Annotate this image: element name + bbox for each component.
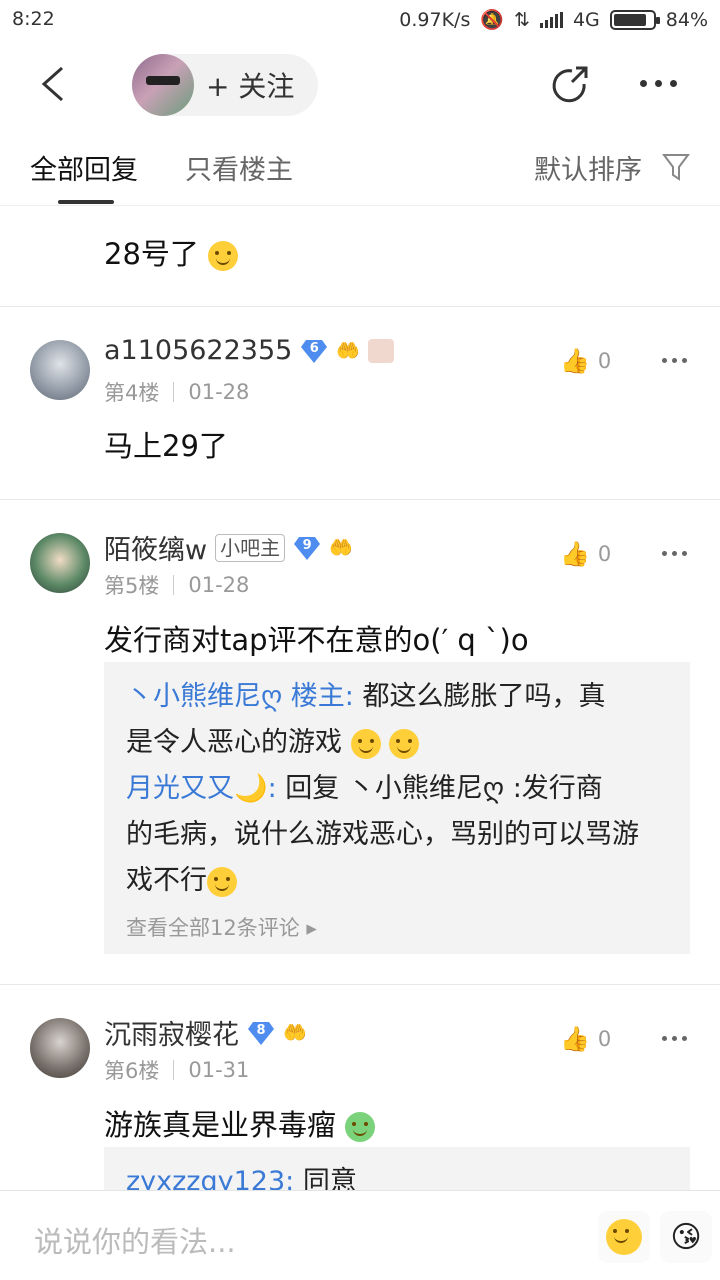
user-name[interactable]: 沉雨寂樱花 bbox=[104, 1013, 239, 1052]
post-meta: 第5楼 01-28 bbox=[104, 573, 250, 598]
signal-icon bbox=[539, 11, 563, 28]
post-text: 28号了 bbox=[104, 231, 239, 273]
like-button[interactable]: 👍 0 bbox=[560, 347, 611, 375]
level-gem-icon: 9 bbox=[293, 535, 321, 561]
comment-input[interactable]: 说说你的看法... bbox=[34, 1219, 236, 1261]
thumbs-up-icon[interactable]: 👍 bbox=[560, 540, 590, 568]
sort-selector[interactable]: 默认排序 bbox=[534, 148, 642, 187]
reply-feed: 28号了 a1105622355 6 🤲 第4楼 01-28 👍 0 马上29了 陌… bbox=[0, 207, 720, 1190]
top-bar: + 关注 bbox=[0, 40, 720, 130]
thumbs-up-icon[interactable]: 👍 bbox=[560, 347, 590, 375]
avatar[interactable] bbox=[30, 533, 90, 593]
moderator-badge: 小吧主 bbox=[215, 533, 286, 562]
post-text: 游族真是业界毒瘤 bbox=[104, 1102, 376, 1144]
smile-emoji-icon bbox=[389, 728, 420, 759]
post-more-icon[interactable] bbox=[662, 1036, 687, 1041]
sticker-icon[interactable] bbox=[598, 1211, 650, 1263]
thumbs-up-icon[interactable]: 👍 bbox=[560, 1025, 590, 1053]
hand-badge-icon: 🤲 bbox=[329, 537, 353, 559]
battery-icon bbox=[609, 9, 660, 30]
post-meta: 第6楼 01-31 bbox=[104, 1058, 250, 1083]
sub-replies-box[interactable]: 丶小熊维尼ღ 楼主: 都这么膨胀了吗，真 是令人恶心的游戏 月光又又🌙: 回复 … bbox=[104, 662, 690, 954]
active-tab-indicator bbox=[58, 200, 114, 204]
mute-icon: 🔕 bbox=[480, 9, 505, 31]
game-badge-icon bbox=[368, 338, 394, 363]
post-text: 马上29了 bbox=[104, 429, 228, 463]
user-name-row: 沉雨寂樱花 8 🤲 bbox=[104, 1013, 307, 1052]
sub-reply-cont: 戏不行 bbox=[126, 858, 668, 904]
smile-emoji-icon bbox=[208, 241, 239, 271]
divider bbox=[0, 306, 720, 307]
smile-emoji-icon bbox=[207, 866, 237, 897]
divider bbox=[0, 984, 720, 985]
view-all-comments-link[interactable]: 查看全部12条评论 ▸ bbox=[126, 912, 668, 942]
avatar[interactable] bbox=[30, 1018, 90, 1078]
filter-icon[interactable] bbox=[662, 152, 690, 182]
post-text: 发行商对tap评不在意的o(′ q `)o bbox=[104, 623, 529, 657]
user-name-row: 陌筱缡w 小吧主 9 🤲 bbox=[104, 528, 353, 567]
sub-reply[interactable]: zyxzzqy123: 同意 bbox=[126, 1159, 668, 1190]
follow-button[interactable]: + 关注 bbox=[206, 65, 294, 105]
divider bbox=[0, 499, 720, 500]
comment-bar: 说说你的看法... 😘 bbox=[0, 1190, 720, 1280]
sub-reply[interactable]: 月光又又🌙: 回复 丶小熊维尼ღ :发行商 bbox=[126, 766, 668, 812]
back-arrow-icon[interactable] bbox=[38, 64, 68, 104]
author-pill[interactable]: + 关注 bbox=[132, 54, 318, 116]
sub-reply[interactable]: 丶小熊维尼ღ 楼主: 都这么膨胀了吗，真 bbox=[126, 674, 668, 720]
like-button[interactable]: 👍 0 bbox=[560, 540, 611, 568]
more-options-icon[interactable] bbox=[640, 80, 677, 87]
data-arrows-icon: ⇅ bbox=[514, 8, 530, 31]
net-speed: 0.97K/s bbox=[399, 8, 471, 31]
level-gem-icon: 6 bbox=[300, 338, 328, 364]
avatar[interactable] bbox=[30, 340, 90, 400]
tab-all-replies[interactable]: 全部回复 bbox=[30, 148, 138, 187]
sub-replies-box[interactable]: zyxzzqy123: 同意 bbox=[104, 1147, 690, 1190]
sick-emoji-icon bbox=[345, 1112, 376, 1142]
post-more-icon[interactable] bbox=[662, 358, 687, 363]
tab-owner-only[interactable]: 只看楼主 bbox=[185, 148, 293, 187]
level-gem-icon: 8 bbox=[247, 1020, 275, 1046]
author-avatar[interactable] bbox=[132, 54, 194, 116]
user-name[interactable]: 陌筱缡w bbox=[104, 528, 207, 567]
user-name-row: a1105622355 6 🤲 bbox=[104, 335, 394, 366]
sub-reply-cont: 的毛病，说什么游戏恶心，骂别的可以骂游 bbox=[126, 819, 639, 850]
sub-reply-cont: 是令人恶心的游戏 bbox=[126, 720, 668, 766]
battery-percent: 84% bbox=[665, 8, 708, 31]
hand-badge-icon: 🤲 bbox=[283, 1022, 307, 1044]
status-bar: 8:22 0.97K/s 🔕 ⇅ 4G 84% bbox=[0, 0, 720, 40]
status-time: 8:22 bbox=[12, 8, 55, 30]
network-type: 4G bbox=[572, 8, 600, 31]
meme-sticker-icon[interactable]: 😘 bbox=[660, 1211, 712, 1263]
share-icon[interactable] bbox=[548, 64, 592, 108]
post-more-icon[interactable] bbox=[662, 551, 687, 556]
post-meta: 第4楼 01-28 bbox=[104, 380, 250, 405]
smile-emoji-icon bbox=[350, 728, 381, 759]
reply-tabs: 全部回复 只看楼主 默认排序 bbox=[0, 130, 720, 206]
hand-badge-icon: 🤲 bbox=[336, 340, 360, 362]
like-button[interactable]: 👍 0 bbox=[560, 1025, 611, 1053]
user-name[interactable]: a1105622355 bbox=[104, 335, 292, 366]
